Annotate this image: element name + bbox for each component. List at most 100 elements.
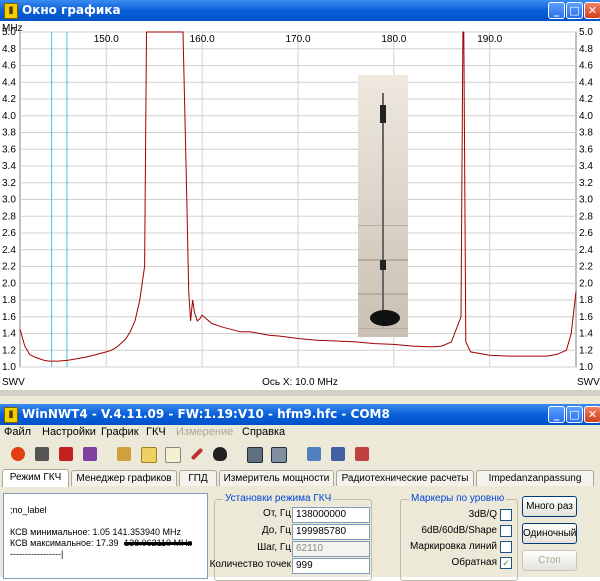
log-line-max: КСВ максимальное: 17.39 138.062110 MHz bbox=[10, 538, 192, 548]
y-tick-label-right: 4.0 bbox=[579, 111, 593, 122]
y-tick-label-right: 1.4 bbox=[579, 329, 593, 340]
y-tick-label-left: 4.8 bbox=[2, 44, 16, 55]
toolbar bbox=[0, 441, 600, 470]
minimize-button[interactable]: _ bbox=[548, 2, 565, 19]
y-tick-label-right: 4.6 bbox=[579, 61, 593, 72]
y-tick-label-right: 3.8 bbox=[579, 128, 593, 139]
menu-file[interactable]: Файл bbox=[4, 426, 31, 438]
y-tick-label-right: 1.8 bbox=[579, 295, 593, 306]
calibrate-icon[interactable] bbox=[244, 444, 264, 464]
window-border bbox=[0, 396, 600, 404]
tab-rf-calc[interactable]: Радиотехнические расчеты bbox=[336, 470, 474, 486]
y-tick-label-left: 3.4 bbox=[2, 161, 16, 172]
level-markers-group: Маркеры по уровню 3dB/Q 6dB/60dB/Shape М… bbox=[400, 493, 518, 581]
main-close-button[interactable]: ✕ bbox=[584, 406, 600, 423]
to-input[interactable]: 199985780 bbox=[292, 524, 370, 540]
sweep-panel: ;no_label КСВ минимальное: 1.05 141.3539… bbox=[0, 487, 600, 581]
points-label: Количество точек bbox=[209, 559, 291, 570]
y-tick-label-right: 4.4 bbox=[579, 77, 593, 88]
pencil-icon[interactable] bbox=[186, 444, 206, 464]
sweep-settings-group: Установки режима ГКЧ От, Гц 138000000 До… bbox=[210, 493, 372, 581]
marker-6db-label: 6dB/60dB/Shape bbox=[421, 525, 497, 536]
winnwt-app-icon: ▮ bbox=[4, 407, 18, 423]
menu-bar: Файл Настройки График ГКЧ Измерение Спра… bbox=[0, 425, 600, 441]
menu-help[interactable]: Справка bbox=[242, 426, 285, 438]
tab-graph-manager[interactable]: Менеджер графиков bbox=[71, 470, 177, 486]
y-tick-label-right: 4.2 bbox=[579, 94, 593, 105]
tab-bar: Режим ГКЧ Менеджер графиков ГПД Измерите… bbox=[0, 469, 600, 487]
power-icon[interactable] bbox=[8, 444, 28, 464]
x-tick-label: 160.0 bbox=[190, 34, 215, 45]
y-tick-label-left: 1.6 bbox=[2, 312, 16, 323]
sweep-settings-title: Установки режима ГКЧ bbox=[223, 493, 334, 504]
points-input[interactable]: 999 bbox=[292, 558, 370, 574]
tools-icon[interactable] bbox=[114, 444, 134, 464]
tab-impedance[interactable]: Impedanzanpassung bbox=[476, 470, 594, 486]
from-label: От, Гц bbox=[263, 508, 291, 519]
x-unit-label: MHz bbox=[2, 23, 23, 34]
y-tick-label-left: 1.4 bbox=[2, 329, 16, 340]
y-tick-label-left: 1.8 bbox=[2, 295, 16, 306]
x-axis-label: Ось X: 10.0 MHz bbox=[262, 377, 338, 388]
marker-lines-checkbox[interactable] bbox=[500, 541, 512, 553]
document-icon[interactable] bbox=[162, 444, 182, 464]
from-input[interactable]: 138000000 bbox=[292, 507, 370, 523]
chart-window-icon: ▮ bbox=[4, 3, 18, 19]
y-axis-right: 1.0 1.2 1.4 1.6 1.8 2.0 2.2 2.4 2.6 2.8 3.0 3.2 3.4 3… bbox=[579, 27, 593, 373]
to-label: До, Гц bbox=[261, 525, 291, 536]
penguin-icon[interactable] bbox=[210, 444, 230, 464]
y-tick-label-right: 1.2 bbox=[579, 345, 593, 356]
y-tick-label-left: 4.2 bbox=[2, 94, 16, 105]
main-maximize-button[interactable]: □ bbox=[566, 406, 583, 423]
marker-reverse-checkbox[interactable]: ✓ bbox=[500, 557, 512, 569]
menu-measure[interactable]: Измерение bbox=[176, 426, 233, 438]
maximize-button[interactable]: □ bbox=[566, 2, 583, 19]
menu-graph[interactable]: График bbox=[101, 426, 139, 438]
stop-button[interactable]: Стоп bbox=[522, 550, 577, 571]
printer-color-icon[interactable] bbox=[56, 444, 76, 464]
marker-6db-checkbox[interactable] bbox=[500, 525, 512, 537]
screenshot-icon[interactable] bbox=[80, 444, 100, 464]
table-icon[interactable] bbox=[138, 444, 158, 464]
tab-power-meter[interactable]: Измеритель мощности bbox=[219, 470, 334, 486]
y-tick-label-right: 2.2 bbox=[579, 262, 593, 273]
swr-chart: 1.0 1.2 1.4 1.6 1.8 2.0 2.2 2.4 2.6 2.8 3.0 3.2 3.4 3… bbox=[0, 21, 600, 390]
marker-3db-checkbox[interactable] bbox=[500, 509, 512, 521]
main-window-title: WinNWT4 - V.4.11.09 - FW:1.19:V10 - hfm9… bbox=[22, 407, 390, 421]
y-tick-label-left: 2.6 bbox=[2, 228, 16, 239]
y-unit-right: SWV bbox=[577, 377, 600, 388]
x-tick-label: 150.0 bbox=[94, 34, 119, 45]
log-separator: -----------------| bbox=[10, 549, 64, 559]
save-icon[interactable] bbox=[328, 444, 348, 464]
tab-sweep-mode[interactable]: Режим ГКЧ bbox=[2, 469, 69, 487]
tab-vfo[interactable]: ГПД bbox=[179, 470, 217, 486]
delete-icon[interactable] bbox=[352, 444, 372, 464]
open-file-icon[interactable] bbox=[304, 444, 324, 464]
calibrate-alt-icon[interactable] bbox=[268, 444, 288, 464]
menu-settings[interactable]: Настройки bbox=[42, 426, 96, 438]
print-icon[interactable] bbox=[32, 444, 52, 464]
antenna-photo bbox=[358, 75, 408, 337]
multi-sweep-button[interactable]: Много раз bbox=[522, 496, 577, 517]
chart-window-titlebar[interactable]: ▮ Окно графика _ □ ✕ bbox=[0, 0, 600, 21]
close-button[interactable]: ✕ bbox=[584, 2, 600, 19]
y-tick-label-right: 3.4 bbox=[579, 161, 593, 172]
y-tick-label-left: 4.6 bbox=[2, 61, 16, 72]
step-input[interactable]: 62110 bbox=[292, 541, 370, 557]
chart-grid bbox=[19, 31, 577, 368]
y-tick-label-left: 2.8 bbox=[2, 211, 16, 222]
marker-3db-label: 3dB/Q bbox=[468, 509, 497, 520]
single-sweep-button[interactable]: Одиночный bbox=[522, 523, 577, 544]
y-axis-left: 1.0 1.2 1.4 1.6 1.8 2.0 2.2 2.4 2.6 2.8 3.0 3.2 3.4 3… bbox=[2, 27, 16, 373]
result-log[interactable]: ;no_label КСВ минимальное: 1.05 141.3539… bbox=[3, 493, 208, 579]
y-tick-label-right: 2.8 bbox=[579, 211, 593, 222]
x-tick-label: 180.0 bbox=[381, 34, 406, 45]
main-minimize-button[interactable]: _ bbox=[548, 406, 565, 423]
log-max-frequency: 138.062110 MHz bbox=[124, 538, 192, 548]
main-window-titlebar[interactable]: ▮ WinNWT4 - V.4.11.09 - FW:1.19:V10 - hf… bbox=[0, 404, 600, 425]
y-tick-label-right: 2.0 bbox=[579, 278, 593, 289]
log-max-value: КСВ максимальное: 17.39 bbox=[10, 538, 119, 548]
x-axis: 150.0 160.0 170.0 180.0 190.0 bbox=[94, 34, 503, 45]
menu-sweep[interactable]: ГКЧ bbox=[146, 426, 166, 438]
y-tick-label-right: 2.6 bbox=[579, 228, 593, 239]
